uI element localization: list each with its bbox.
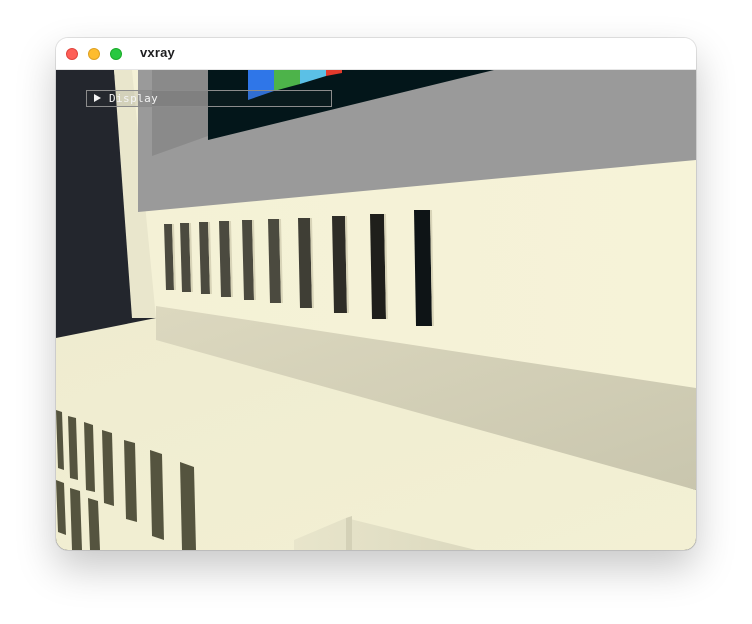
title-bar[interactable]: vxray xyxy=(56,38,696,70)
window-title: vxray xyxy=(140,45,175,60)
zoom-button[interactable] xyxy=(110,48,122,60)
display-panel-label: Display xyxy=(109,92,159,105)
close-button[interactable] xyxy=(66,48,78,60)
desktop: vxray Display xyxy=(0,0,752,624)
voxel-scene xyxy=(56,70,696,550)
minimize-button[interactable] xyxy=(88,48,100,60)
3d-viewport[interactable]: Display xyxy=(56,70,696,550)
app-window: vxray Display xyxy=(56,38,696,550)
display-panel-header[interactable]: Display xyxy=(86,90,332,107)
desk-block-edge xyxy=(346,516,352,550)
triangle-right-icon[interactable] xyxy=(94,94,101,102)
